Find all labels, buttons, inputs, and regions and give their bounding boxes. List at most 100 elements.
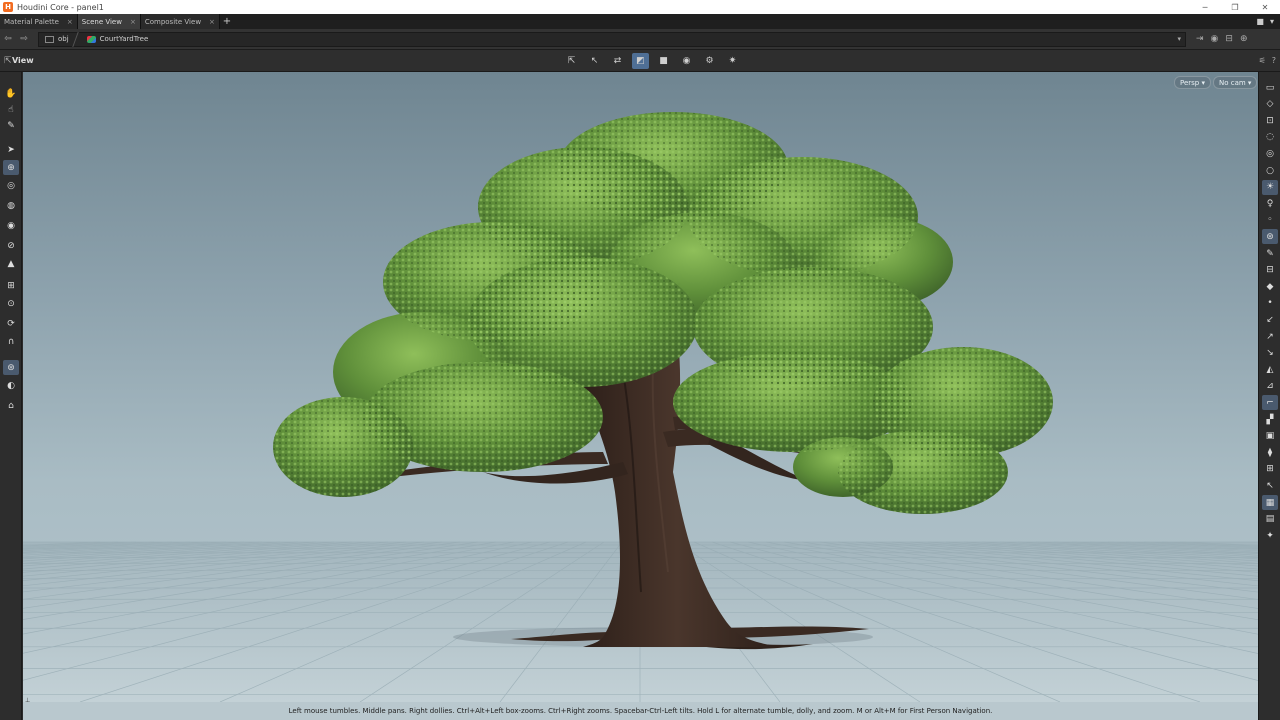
right-tool-18-icon[interactable]: ◭: [1262, 362, 1278, 377]
right-tool-7-icon[interactable]: ☀: [1262, 179, 1278, 195]
left-tool-5-icon[interactable]: ⊕: [3, 160, 19, 175]
left-tool-16-icon[interactable]: ◐: [3, 378, 19, 393]
right-tool-8-icon[interactable]: ♀: [1262, 196, 1278, 211]
right-tool-10-icon[interactable]: ⊛: [1262, 229, 1278, 245]
tab-label: Composite View: [144, 17, 202, 26]
right-tool-1-icon[interactable]: ▭: [1262, 80, 1278, 95]
tab-composite-view[interactable]: Composite View ×: [140, 14, 220, 29]
minimize-button[interactable]: ─: [1190, 3, 1220, 12]
path-dropdown-icon[interactable]: ▾: [1177, 35, 1185, 43]
camera-link-icon[interactable]: ⊟: [1225, 34, 1233, 44]
tab-scene-view[interactable]: Scene View ×: [77, 14, 141, 29]
handle-tool-icon[interactable]: ⇱: [563, 53, 580, 69]
right-tool-15-icon[interactable]: ↙: [1262, 312, 1278, 327]
light-icon[interactable]: ✷: [724, 53, 741, 69]
left-tool-3-icon[interactable]: ✎: [3, 118, 19, 133]
left-tool-1-icon[interactable]: ✋: [3, 86, 19, 101]
object-network-icon: [45, 35, 54, 43]
tab-close-icon[interactable]: ×: [209, 18, 215, 26]
breadcrumb-courtyardtree[interactable]: CourtYardTree: [81, 33, 155, 46]
tab-label: Material Palette: [4, 17, 59, 26]
viewer-label: View: [12, 56, 34, 65]
right-tool-14-icon[interactable]: •: [1262, 296, 1278, 311]
right-tool-27-icon[interactable]: ▤: [1262, 512, 1278, 527]
select-tool-icon[interactable]: ↖: [586, 53, 603, 69]
breadcrumb-label: obj: [58, 35, 69, 43]
right-tool-16-icon[interactable]: ↗: [1262, 329, 1278, 344]
right-tool-19-icon[interactable]: ⊿: [1262, 379, 1278, 394]
right-tool-28-icon[interactable]: ✦: [1262, 528, 1278, 543]
right-tool-11-icon[interactable]: ✎: [1262, 246, 1278, 261]
viewer-status-bar: Left mouse tumbles. Middle pans. Right d…: [23, 702, 1258, 720]
swap-icon[interactable]: ⇄: [609, 53, 626, 69]
right-tool-3-icon[interactable]: ⊡: [1262, 113, 1278, 128]
right-display-toolbar: ▭ ◇ ⊡ ◌ ◎ ○ ☀ ♀ ◦ ⊛ ✎ ⊟ ◆ • ↙ ↗ ↘ ◭ ⊿ ⌐ ▞ ▣ ⧫ ⊞ ↖ ▦ ▤ ✦: [1258, 72, 1280, 720]
pin-icon[interactable]: ⇥: [1196, 34, 1204, 44]
breadcrumb-label: CourtYardTree: [99, 35, 149, 43]
viewer-menu-icon[interactable]: ⇱: [4, 56, 12, 66]
viewer-hint-text: Left mouse tumbles. Middle pans. Right d…: [288, 707, 993, 715]
tab-close-icon[interactable]: ×: [130, 18, 136, 26]
left-tool-12-icon[interactable]: ⊙: [3, 296, 19, 311]
right-tool-20-icon[interactable]: ⌐: [1262, 395, 1278, 411]
split-pane-icon[interactable]: ⊕: [1240, 34, 1248, 44]
left-tool-4-icon[interactable]: ➤: [3, 142, 19, 157]
help-icon[interactable]: ?: [1272, 56, 1276, 65]
link-icon[interactable]: ◉: [1211, 34, 1219, 44]
left-tool-14-icon[interactable]: ∩: [3, 334, 19, 349]
back-arrow-icon[interactable]: ⇦: [0, 34, 16, 44]
left-tool-2-icon[interactable]: ☝: [3, 102, 19, 117]
left-tool-9-icon[interactable]: ⊘: [3, 238, 19, 253]
right-tool-4-icon[interactable]: ◌: [1262, 130, 1278, 145]
perspective-menu[interactable]: Persp ▾: [1174, 76, 1211, 89]
camera-menu[interactable]: No cam ▾: [1213, 76, 1258, 89]
render-region-icon[interactable]: ■: [655, 53, 672, 69]
right-tool-23-icon[interactable]: ⧫: [1262, 445, 1278, 460]
tab-close-icon[interactable]: ×: [67, 18, 73, 26]
restore-button[interactable]: ❐: [1220, 3, 1250, 12]
tab-label: Scene View: [81, 17, 122, 26]
left-tool-10-icon[interactable]: ▲: [3, 256, 19, 271]
scene-viewport[interactable]: Persp ▾ No cam ▾: [23, 72, 1258, 702]
record-icon[interactable]: ◉: [678, 53, 695, 69]
right-tool-9-icon[interactable]: ◦: [1262, 213, 1278, 228]
add-tab-button[interactable]: +: [220, 14, 234, 29]
tab-material-palette[interactable]: Material Palette ×: [0, 14, 78, 29]
pane-menu-icon[interactable]: ■: [1256, 17, 1264, 26]
left-tool-8-icon[interactable]: ◉: [3, 218, 19, 233]
left-tool-7-icon[interactable]: ◍: [3, 198, 19, 213]
left-tool-toolbar: ✋ ☝ ✎ ➤ ⊕ ◎ ◍ ◉ ⊘ ▲ ⊞ ⊙ ⟳ ∩ ⊛ ◐ ⌂: [0, 72, 22, 720]
right-tool-13-icon[interactable]: ◆: [1262, 279, 1278, 294]
right-tool-26-icon[interactable]: ▦: [1262, 495, 1278, 510]
right-tool-5-icon[interactable]: ◎: [1262, 146, 1278, 161]
right-tool-22-icon[interactable]: ▣: [1262, 429, 1278, 444]
left-tool-17-icon[interactable]: ⌂: [3, 398, 19, 413]
right-tool-12-icon[interactable]: ⊟: [1262, 263, 1278, 278]
pane-options-icon[interactable]: ▾: [1270, 17, 1274, 26]
forward-arrow-icon[interactable]: ⇨: [16, 34, 32, 44]
network-path-bar: ⇦ ⇨ obj CourtYardTree ▾ ⇥ ◉ ⊟ ⊕: [0, 29, 1280, 50]
viewer-toolbar: ⇱ View ⇱ ↖ ⇄ ◩ ■ ◉ ⚙ ✷ ⚟ ?: [0, 50, 1280, 72]
settings-icon[interactable]: ⚙: [701, 53, 718, 69]
houdini-logo-icon: H: [3, 2, 13, 12]
display-options-icon[interactable]: ⚟: [1259, 56, 1266, 65]
window-titlebar: H Houdini Core - panel1 ─ ❐ ✕: [0, 0, 1280, 14]
right-tool-6-icon[interactable]: ○: [1262, 163, 1278, 178]
right-tool-17-icon[interactable]: ↘: [1262, 346, 1278, 361]
viewport-scene: [23, 112, 1258, 702]
right-tool-24-icon[interactable]: ⊞: [1262, 462, 1278, 477]
right-tool-21-icon[interactable]: ▞: [1262, 412, 1278, 427]
right-tool-2-icon[interactable]: ◇: [1262, 97, 1278, 112]
geometry-node-icon: [86, 35, 96, 43]
left-tool-11-icon[interactable]: ⊞: [3, 278, 19, 293]
path-field[interactable]: obj CourtYardTree ▾: [38, 31, 1186, 47]
pane-tab-bar: Material Palette × Scene View × Composit…: [0, 14, 1280, 29]
right-tool-25-icon[interactable]: ↖: [1262, 478, 1278, 493]
left-tool-13-icon[interactable]: ⟳: [3, 316, 19, 331]
snapshot-icon[interactable]: ◩: [632, 52, 649, 69]
breadcrumb-obj[interactable]: obj: [39, 33, 75, 46]
left-tool-15-icon[interactable]: ⊛: [3, 360, 19, 375]
window-title: Houdini Core - panel1: [17, 2, 104, 12]
left-tool-6-icon[interactable]: ◎: [3, 178, 19, 193]
close-button[interactable]: ✕: [1250, 3, 1280, 12]
